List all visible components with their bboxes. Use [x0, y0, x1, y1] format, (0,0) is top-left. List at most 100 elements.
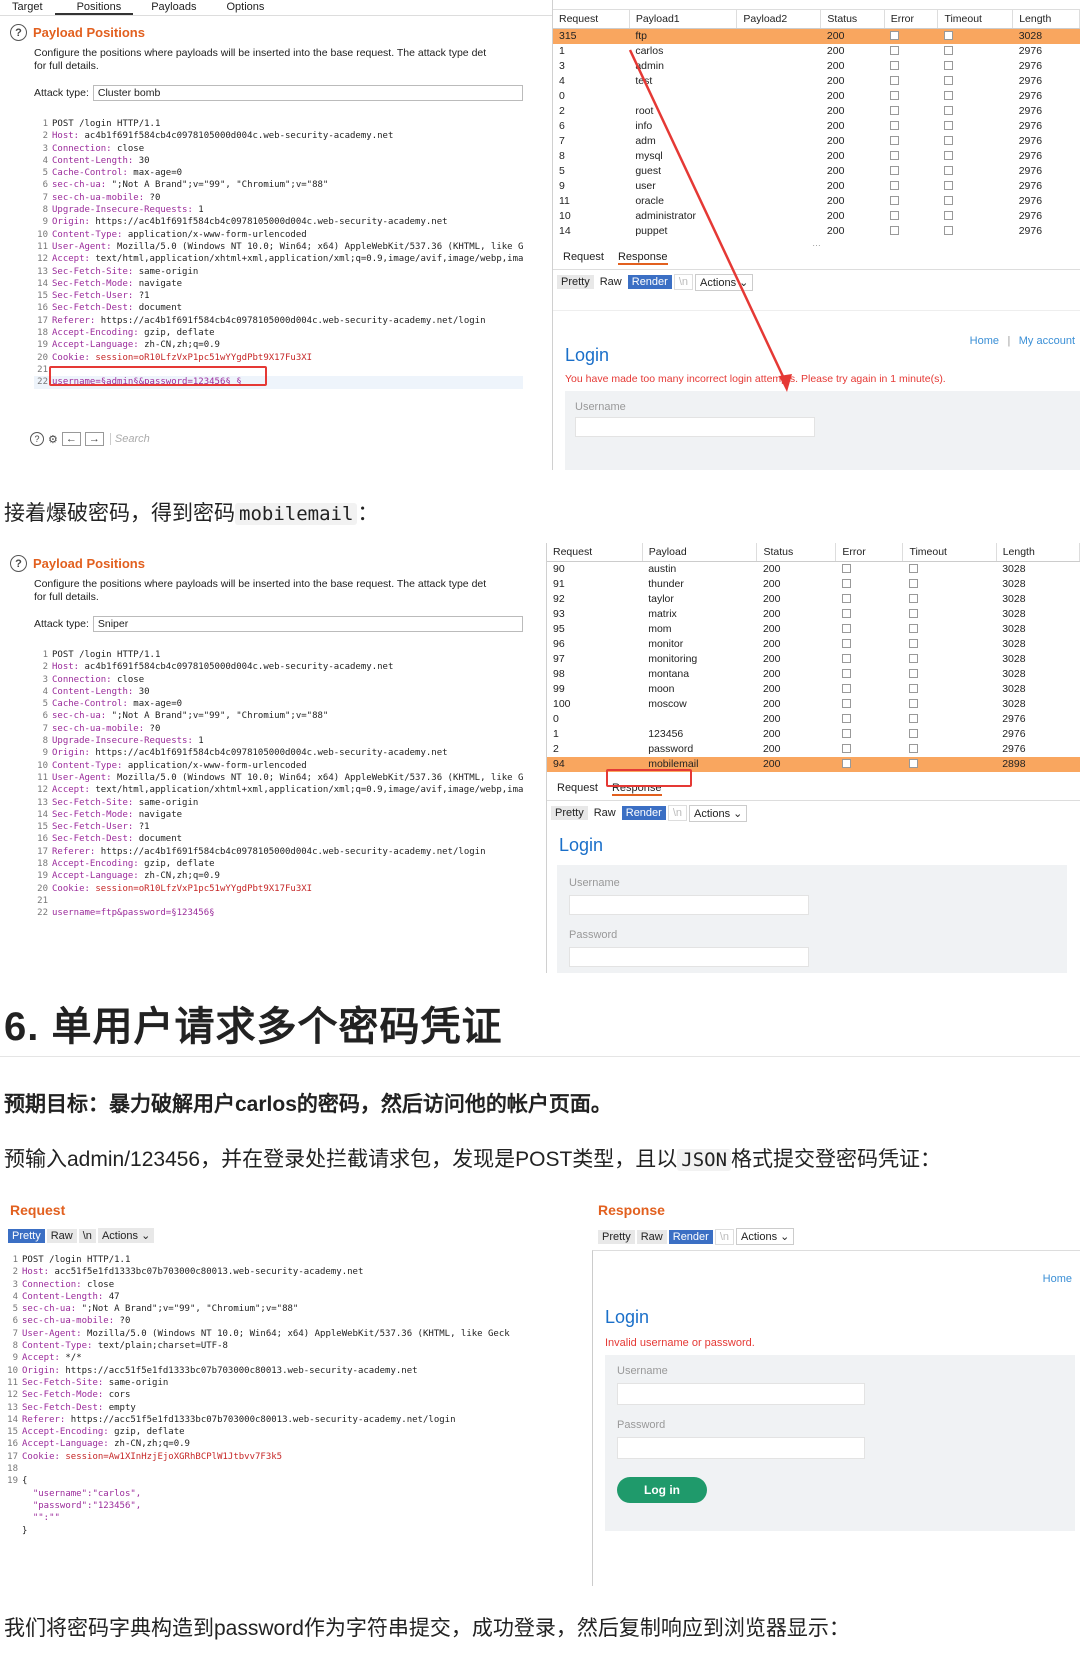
search-input[interactable]: Search [109, 433, 150, 445]
actions-button[interactable]: Actions ⌄ [97, 1228, 155, 1243]
home-link[interactable]: Home [1043, 1273, 1072, 1285]
line-number: 8 [42, 205, 48, 216]
password-field[interactable] [617, 1437, 865, 1459]
render-button[interactable]: Render [668, 1229, 713, 1244]
table-row[interactable]: 2 root 200 2976 [553, 104, 1080, 119]
newline-button[interactable]: \n [78, 1228, 96, 1243]
request-editor[interactable]: 1 POST /login HTTP/1.1 2 Host: ac4b1f691f58… [34, 118, 524, 389]
table-row[interactable]: 97 monitoring 200 3028 [547, 652, 1080, 667]
tab-response[interactable]: Response [617, 251, 668, 265]
pretty-button[interactable]: Pretty [551, 806, 588, 820]
username-field[interactable] [569, 895, 809, 915]
table-row[interactable]: 5 guest 200 2976 [553, 164, 1080, 179]
tab-request[interactable]: Request [557, 782, 598, 796]
table-row[interactable]: 100 moscow 200 3028 [547, 697, 1080, 712]
pretty-button[interactable]: Pretty [557, 275, 594, 289]
actions-button[interactable]: Actions ⌄ [736, 1228, 795, 1245]
result-highlight-box [606, 769, 692, 787]
raw-button[interactable]: Raw [636, 1229, 667, 1244]
error-message: You have made too many incorrect login a… [565, 373, 946, 385]
table-row[interactable]: 7 adm 200 2976 [553, 134, 1080, 149]
help-icon[interactable]: ? [10, 24, 27, 41]
table-row[interactable]: 96 monitor 200 3028 [547, 637, 1080, 652]
login-button[interactable]: Log in [617, 1477, 707, 1503]
table-row[interactable]: 0 200 2976 [547, 712, 1080, 727]
table-row[interactable]: 14 puppet 200 2976 [553, 224, 1080, 239]
line-number: 11 [37, 772, 48, 783]
table-row[interactable]: 99 moon 200 3028 [547, 682, 1080, 697]
actions-label: Actions [101, 1230, 139, 1242]
tab-target[interactable]: Target [0, 0, 55, 15]
request-editor[interactable]: 1 POST /login HTTP/1.1 2 Host: ac4b1f691f58… [34, 649, 523, 920]
table-row[interactable]: 3 admin 200 2976 [553, 59, 1080, 74]
table-row[interactable]: 9 user 200 2976 [553, 179, 1080, 194]
tab-payloads[interactable]: Payloads [133, 0, 208, 15]
column-header[interactable]: Length [996, 543, 1080, 562]
help-icon[interactable]: ? [10, 555, 27, 572]
table-row[interactable]: 0 200 2976 [553, 89, 1080, 104]
table-row[interactable]: 93 matrix 200 3028 [547, 607, 1080, 622]
column-header[interactable]: Status [756, 543, 837, 562]
forward-arrow-icon[interactable]: → [84, 432, 104, 446]
pretty-button[interactable]: Pretty [8, 1228, 45, 1243]
column-header[interactable]: Error [884, 10, 939, 29]
column-header[interactable]: Status [820, 10, 885, 29]
table-row[interactable]: 98 montana 200 3028 [547, 667, 1080, 682]
table-row[interactable]: 315 ftp 200 3028 [553, 28, 1080, 44]
table-row[interactable]: 11 oracle 200 2976 [553, 194, 1080, 209]
username-field[interactable] [575, 417, 815, 437]
attack-type-select[interactable]: Sniper [92, 616, 523, 632]
table-row[interactable]: 1 123456 200 2976 [547, 727, 1080, 742]
table-cell: 200 [826, 59, 845, 72]
back-arrow-icon[interactable]: ← [61, 432, 81, 446]
tab-positions[interactable]: Positions [54, 0, 134, 15]
newline-button[interactable]: \n [673, 274, 694, 290]
newline-button[interactable]: \n [714, 1228, 735, 1245]
table-row[interactable]: 92 taylor 200 3028 [547, 592, 1080, 607]
actions-button[interactable]: Actions ⌄ [695, 273, 754, 291]
column-header[interactable]: Request [553, 10, 630, 29]
actions-button[interactable]: Actions ⌄ [689, 804, 748, 822]
render-button[interactable]: Render [621, 806, 666, 820]
username-field[interactable] [617, 1383, 865, 1405]
pretty-button[interactable]: Pretty [598, 1229, 635, 1244]
tab-request[interactable]: Request [563, 251, 604, 265]
table-cell [737, 59, 821, 74]
code-line: 6 sec-ch-ua: ";Not A Brand";v="99", "Chro… [34, 179, 523, 191]
my-account-link[interactable]: My account [1019, 335, 1075, 347]
table-row[interactable]: 90 austin 200 3028 [547, 561, 1080, 577]
column-header[interactable]: Error [835, 543, 904, 562]
raw-button[interactable]: Raw [590, 806, 620, 820]
table-row[interactable]: 2 password 200 2976 [547, 742, 1080, 757]
table-cell: 200 [762, 742, 781, 755]
table-row[interactable]: 95 mom 200 3028 [547, 622, 1080, 637]
raw-button[interactable]: Raw [46, 1228, 77, 1243]
column-header[interactable]: Payload1 [629, 10, 738, 29]
column-header[interactable]: Timeout [937, 10, 1014, 29]
description-line-1: Configure the positions where payloads w… [34, 578, 487, 590]
column-header[interactable]: Length [1012, 10, 1080, 29]
column-header[interactable]: Timeout [902, 543, 997, 562]
home-link[interactable]: Home [970, 335, 999, 347]
password-field[interactable] [569, 947, 809, 967]
raw-button[interactable]: Raw [596, 275, 626, 289]
render-button[interactable]: Render [627, 275, 672, 289]
table-row[interactable]: 91 thunder 200 3028 [547, 577, 1080, 592]
table-row[interactable]: 6 info 200 2976 [553, 119, 1080, 134]
column-header[interactable]: Payload [642, 543, 758, 562]
help-icon[interactable]: ? [30, 432, 44, 446]
tab-options[interactable]: Options [208, 0, 276, 15]
request-editor[interactable]: 1 POST /login HTTP/1.1 2 Host: acc51f5e1fd1… [4, 1254, 510, 1537]
table-cell: 2976 [1018, 104, 1043, 117]
gear-icon[interactable]: ⚙ [48, 433, 58, 446]
table-row[interactable]: 8 mysql 200 2976 [553, 149, 1080, 164]
attack-type-select[interactable]: Cluster bomb [92, 85, 523, 101]
column-header[interactable]: Payload2 [736, 10, 822, 29]
table-row[interactable]: 10 administrator 200 2976 [553, 209, 1080, 224]
username-label: Username [575, 401, 626, 413]
table-row[interactable]: 1 carlos 200 2976 [553, 44, 1080, 59]
line-number: 6 [42, 180, 48, 191]
table-row[interactable]: 4 test 200 2976 [553, 74, 1080, 89]
newline-button[interactable]: \n [667, 805, 688, 821]
column-header[interactable]: Request [547, 543, 643, 562]
